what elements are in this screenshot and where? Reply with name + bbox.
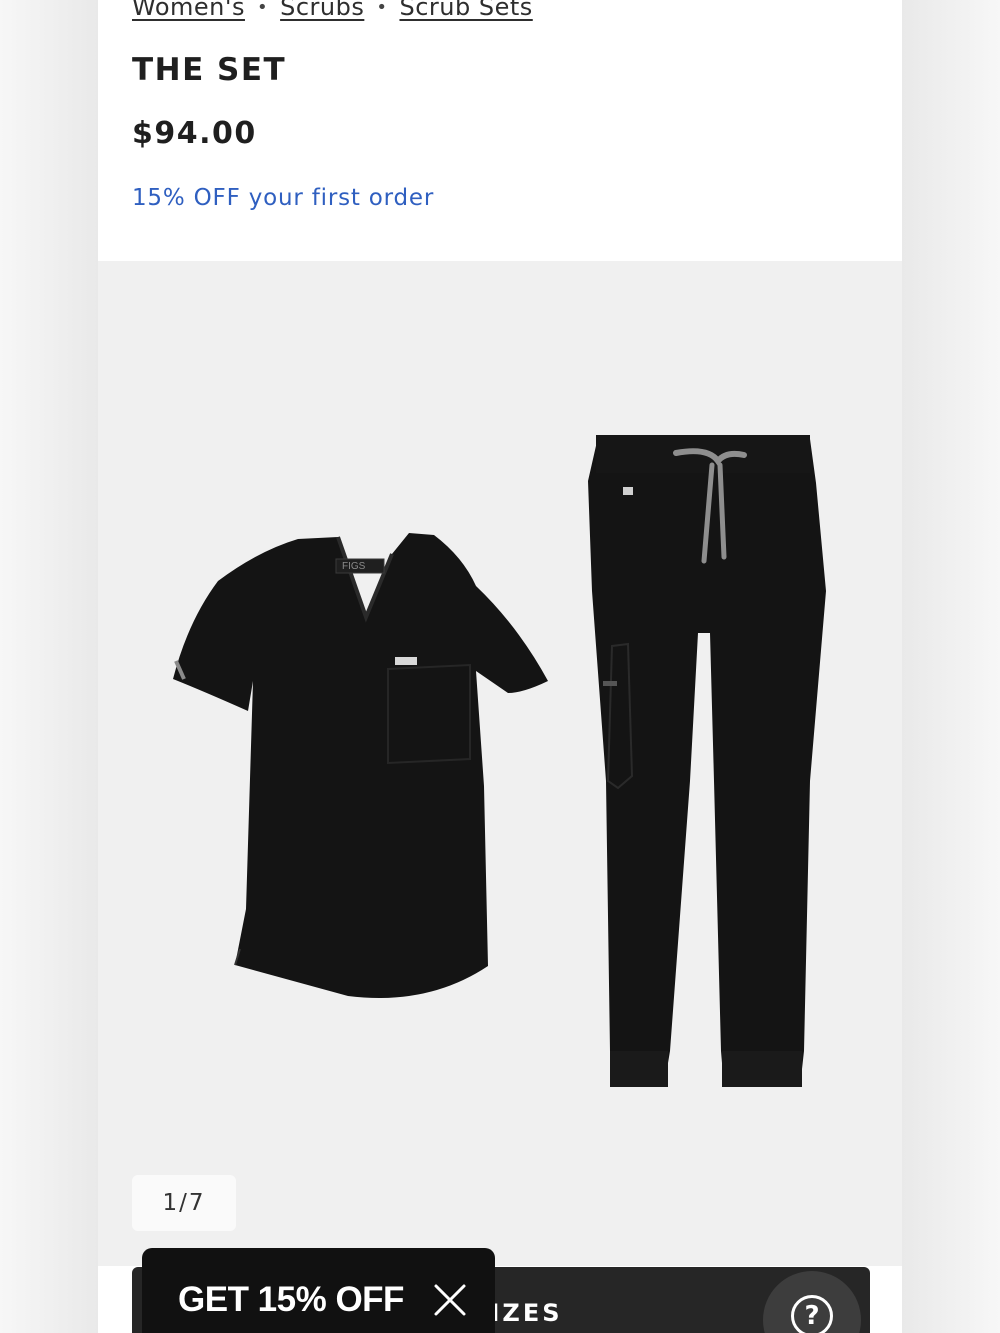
product-page: Women's • Scrubs • Scrub Sets THE SET $9… [98,0,902,1333]
breadcrumb-link-womens[interactable]: Women's [132,0,245,21]
product-image-gallery[interactable]: FIGS 1/7 [98,261,902,1266]
breadcrumb: Women's • Scrubs • Scrub Sets [132,0,533,22]
promo-toast-label[interactable]: GET 15% OFF [178,1280,404,1320]
breadcrumb-link-scrubs[interactable]: Scrubs [280,0,364,21]
promo-toast[interactable]: GET 15% OFF [142,1248,495,1333]
product-image: FIGS [173,435,826,1087]
right-backdrop [902,0,1000,1333]
scrub-top-image: FIGS [173,533,548,998]
product-price: $94.00 [132,116,257,151]
first-order-promo-link[interactable]: 15% OFF your first order [132,185,434,211]
breadcrumb-separator: • [256,0,269,18]
close-icon[interactable] [432,1282,468,1318]
product-title: THE SET [132,52,287,88]
breadcrumb-separator: • [376,0,388,18]
image-counter: 1/7 [132,1175,236,1231]
image-brand-tag: FIGS [342,561,366,572]
question-icon: ? [791,1295,833,1333]
breadcrumb-link-scrub-sets[interactable]: Scrub Sets [399,0,532,21]
left-backdrop [0,0,98,1333]
scrub-pants-image [588,435,826,1087]
